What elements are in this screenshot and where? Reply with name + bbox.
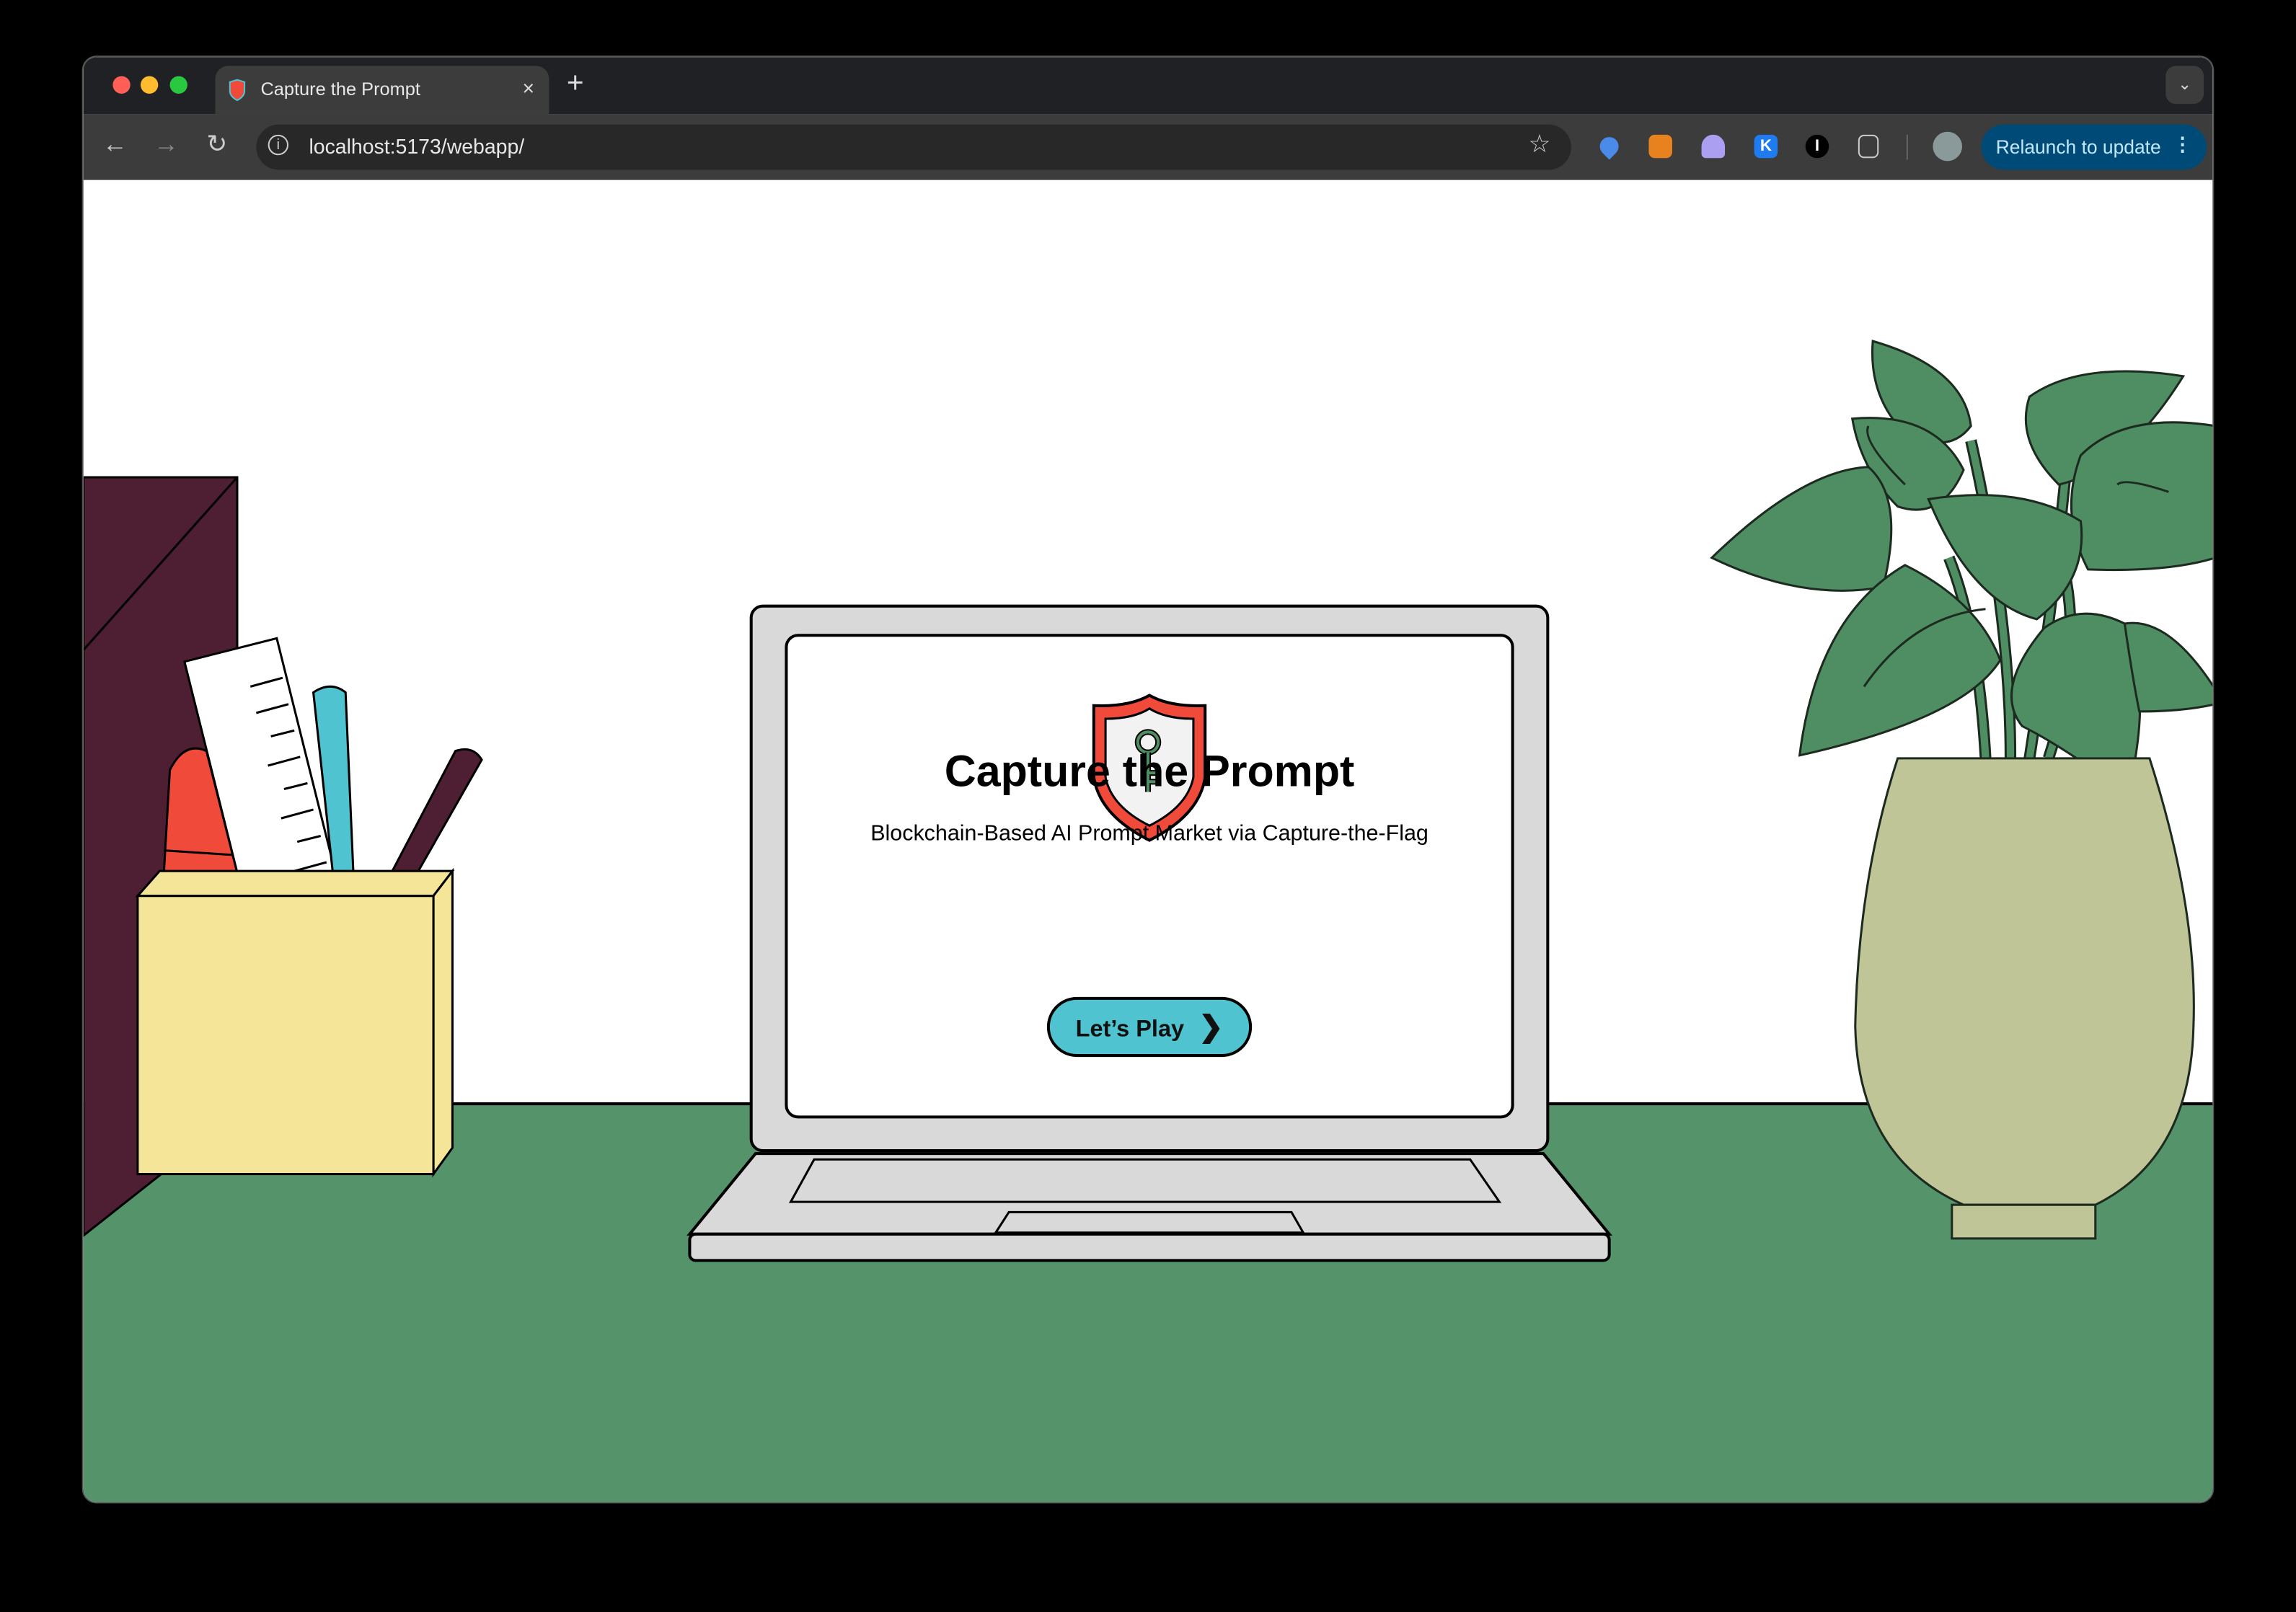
maximize-window-button[interactable] [169, 76, 187, 94]
tab-bar: Capture the Prompt × + ⌄ [83, 57, 2213, 115]
laptop-keyboard [788, 1158, 1502, 1203]
pencil-cup-front [136, 895, 435, 1176]
pencil-cup-top [135, 869, 455, 898]
leaf [1798, 564, 2002, 757]
pencil-cup-side [432, 867, 454, 1178]
plant-pot [1854, 757, 2195, 1206]
bookmark-star-icon[interactable]: ☆ [1528, 130, 1550, 160]
url-text[interactable]: localhost:5173/webapp/ [309, 135, 524, 158]
profile-avatar[interactable] [1933, 131, 1963, 161]
page-subtitle: Blockchain-Based AI Prompt Market via Ca… [870, 821, 1429, 846]
puzzle-extensions-icon[interactable] [1858, 134, 1879, 159]
minimize-window-button[interactable] [140, 76, 159, 94]
reload-icon[interactable]: ↻ [206, 130, 227, 160]
back-arrow-icon[interactable]: ← [102, 130, 128, 160]
toolbar-divider [1906, 134, 1908, 160]
tab-search-chevron-icon[interactable]: ⌄ [2165, 66, 2204, 105]
new-tab-button[interactable]: + [567, 67, 584, 101]
leaf [2123, 621, 2213, 713]
shield-favicon-icon [229, 79, 246, 102]
close-window-button[interactable] [112, 76, 131, 94]
lets-play-label: Let’s Play [1075, 1017, 1185, 1042]
relaunch-label: Relaunch to update [1995, 136, 2161, 159]
tab-title: Capture the Prompt [260, 79, 420, 100]
page-title: Capture the Prompt [944, 748, 1355, 797]
metamask-fox-icon[interactable] [1648, 134, 1672, 159]
laptop-trackpad [994, 1210, 1305, 1234]
i-icon[interactable]: I [1805, 134, 1829, 159]
address-bar[interactable]: i localhost:5173/webapp/ ☆ [256, 124, 1571, 170]
site-info-icon[interactable]: i [268, 134, 289, 156]
lets-play-button[interactable]: Let’s Play ❯ [1046, 996, 1253, 1058]
leaf [1710, 466, 1893, 592]
menu-dots-icon[interactable]: ⋮ [2173, 133, 2191, 156]
leaf [2070, 421, 2213, 572]
forward-arrow-icon[interactable]: → [154, 130, 179, 160]
laptop-base-edge [688, 1232, 1611, 1262]
plant-pot-base [1951, 1203, 2097, 1240]
ghost-icon[interactable] [1701, 134, 1726, 159]
extension-blue-drop-icon[interactable] [1596, 133, 1623, 160]
toolbar: ← → ↻ i localhost:5173/webapp/ ☆ K I Rel… [83, 114, 2213, 180]
tab-close-icon[interactable]: × [523, 76, 535, 99]
tab-capture-the-prompt[interactable]: Capture the Prompt × [215, 66, 549, 115]
browser-window: Capture the Prompt × + ⌄ ← → ↻ i localho… [81, 56, 2215, 1504]
page-content: Capture the Prompt Blockchain-Based AI P… [83, 180, 2213, 1502]
chevron-right-icon: ❯ [1198, 1011, 1224, 1044]
relaunch-to-update-button[interactable]: Relaunch to update ⋮ [1981, 124, 2207, 170]
k-icon[interactable]: K [1754, 134, 1778, 159]
